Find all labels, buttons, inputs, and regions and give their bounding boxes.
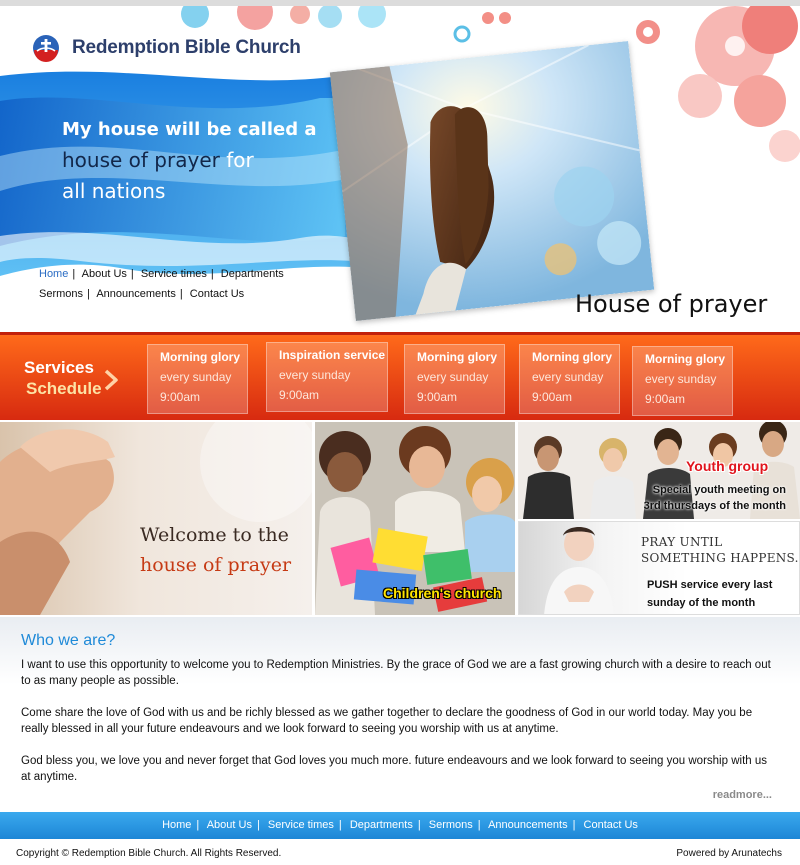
about-paragraph: Come share the love of God with us and b… [21, 707, 753, 735]
pray-desc-line-2: sunday of the month [647, 597, 756, 609]
footer-nav-sermons[interactable]: Sermons [429, 819, 473, 831]
service-day: every sunday [417, 370, 489, 384]
church-emblem-icon [33, 35, 59, 62]
push-service-description: PUSH service every last sunday of the mo… [647, 576, 772, 612]
footer-nav-announcements[interactable]: Announcements [488, 819, 568, 831]
tagline-line-1: My house will be called a [62, 119, 317, 140]
about-paragraph: I want to use this opportunity to welcom… [21, 659, 771, 687]
pray-heading: PRAY UNTIL SOMETHING HAPPENS. [641, 534, 799, 566]
welcome-line-2: house of prayer [140, 554, 292, 576]
youth-group-title: Youth group [686, 458, 769, 474]
tagline-line-3: all nations [62, 179, 166, 203]
footer-nav: Home | About Us | Service times | Departmen… [0, 812, 800, 839]
nav-sermons[interactable]: Sermons [39, 288, 83, 300]
about-paragraph: God bless you, we love you and never for… [21, 755, 767, 783]
welcome-line-1: Welcome to the [140, 524, 289, 546]
welcome-panel[interactable]: Welcome to the house of prayer [0, 422, 312, 615]
tagline-highlight: house of prayer [62, 148, 220, 172]
service-name: Morning glory [532, 350, 612, 364]
nav-about-us[interactable]: About Us [82, 268, 127, 280]
footer-nav-departments[interactable]: Departments [350, 819, 413, 831]
service-card[interactable]: Morning glory every sunday 9:00am [404, 344, 505, 414]
service-name: Morning glory [417, 350, 497, 364]
copyright-text: Copyright © Redemption Bible Church. All… [16, 848, 282, 859]
youth-group-panel[interactable]: Youth group Special youth meeting on 3rd… [518, 422, 800, 519]
nav-home[interactable]: Home [39, 268, 68, 280]
services-title-line-1: Services [24, 358, 94, 377]
about-section: Who we are? I want to use this opportuni… [0, 617, 800, 810]
services-title-line-2: Schedule [26, 379, 102, 398]
service-day: every sunday [279, 368, 351, 382]
footer-nav-contact-us[interactable]: Contact Us [584, 819, 638, 831]
service-card[interactable]: Morning glory every sunday 9:00am [632, 346, 733, 416]
service-card[interactable]: Morning glory every sunday 9:00am [147, 344, 248, 414]
service-day: every sunday [160, 370, 232, 384]
logo[interactable]: Redemption Bible Church [32, 34, 301, 62]
footer-nav-about-us[interactable]: About Us [207, 819, 252, 831]
tagline-line-2: house of prayer for [62, 145, 317, 176]
powered-by-text: Powered by Arunatechs [676, 848, 782, 859]
praying-hands-illustration [329, 41, 655, 321]
about-title: Who we are? [21, 632, 116, 649]
chevron-right-icon [104, 369, 118, 391]
prayer-hand-illustration [0, 422, 312, 615]
welcome-text: Welcome to the house of prayer [140, 520, 291, 580]
main-nav-row-2: Sermons | Announcements | Contact Us [39, 288, 245, 300]
footer-nav-service-times[interactable]: Service times [268, 819, 334, 831]
tagline-for: for [219, 148, 254, 172]
pray-heading-line-2: SOMETHING HAPPENS. [641, 551, 799, 565]
readmore-link[interactable]: readmore... [713, 789, 772, 801]
service-time: 9:00am [160, 390, 201, 404]
service-time: 9:00am [532, 390, 573, 404]
service-time: 9:00am [417, 390, 458, 404]
service-card[interactable]: Morning glory every sunday 9:00am [519, 344, 620, 414]
praying-woman-illustration [544, 527, 614, 614]
service-time: 9:00am [279, 388, 320, 402]
main-nav: Home | About Us | Service times | Departmen… [39, 264, 284, 304]
service-day: every sunday [532, 370, 604, 384]
service-card[interactable]: Inspiration service every sunday 9:00am [266, 342, 388, 412]
nav-announcements[interactable]: Announcements [96, 288, 176, 300]
footer-nav-home[interactable]: Home [162, 819, 191, 831]
services-title: Services Schedule [24, 357, 102, 399]
childrens-church-panel[interactable]: Children's church [315, 422, 515, 615]
childrens-church-label: Children's church [383, 585, 502, 601]
service-name: Inspiration service [279, 348, 386, 362]
footer-bottom: Copyright © Redemption Bible Church. All… [0, 839, 800, 865]
nav-departments[interactable]: Departments [221, 268, 284, 280]
hero-tagline: My house will be called a house of praye… [62, 114, 317, 207]
nav-service-times[interactable]: Service times [141, 268, 207, 280]
youth-desc-line-1: Special youth meeting on [652, 484, 786, 496]
brand-name: Redemption Bible Church [72, 37, 301, 58]
nav-contact-us[interactable]: Contact Us [190, 288, 244, 300]
service-name: Morning glory [645, 352, 725, 366]
service-name: Morning glory [160, 350, 240, 364]
hero-caption: House of prayer [575, 290, 768, 318]
service-time: 9:00am [645, 392, 686, 406]
about-body: I want to use this opportunity to welcom… [21, 657, 771, 801]
main-nav-row-1: Home | About Us | Service times | Departmen… [39, 268, 284, 280]
header-banner: Redemption Bible Church My house will be… [0, 6, 800, 332]
youth-group-description: Special youth meeting on 3rd thursdays o… [638, 482, 786, 514]
pray-desc-line-1: PUSH service every last [647, 579, 773, 591]
services-schedule-bar: Services Schedule Morning glory every su… [0, 332, 800, 420]
push-service-panel[interactable]: PRAY UNTIL SOMETHING HAPPENS. PUSH servi… [518, 521, 800, 615]
pray-heading-line-1: PRAY UNTIL [641, 535, 723, 549]
youth-desc-line-2: 3rd thursdays of the month [643, 500, 786, 512]
service-day: every sunday [645, 372, 717, 386]
praying-hands-photo [329, 41, 655, 321]
